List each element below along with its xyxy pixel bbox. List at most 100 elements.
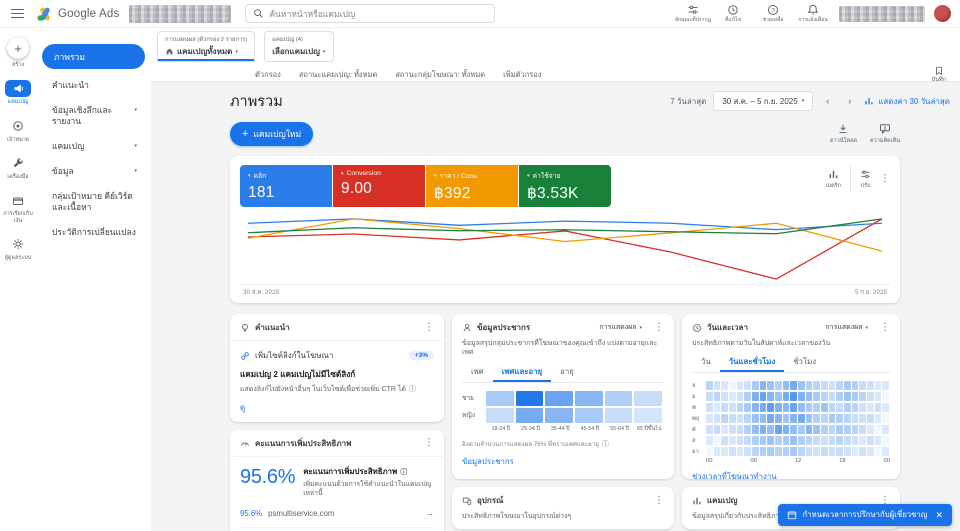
sidenav-item-insights-reports[interactable]: ข้อมูลเชิงลึกและรายงาน▾ [41, 98, 146, 134]
day-hour-heatmap-cell [752, 381, 759, 390]
account-id-redacted[interactable] [839, 6, 925, 22]
feedback-button[interactable]: ความคิดเห็น [870, 123, 900, 145]
page-title: ภาพรวม [230, 90, 283, 113]
more-options-icon[interactable]: ⋮ [424, 438, 434, 448]
download-button[interactable]: ดาวน์โหลด [830, 123, 857, 145]
day-hour-heatmap-cell [744, 392, 751, 401]
campaigns-icon [5, 80, 31, 97]
day-hour-heatmap-cell [859, 381, 866, 390]
day-hour-heatmap-cell [760, 436, 767, 445]
account-score-row[interactable]: 95.6% psmultiservice.com → [240, 508, 434, 518]
tab-day-hour[interactable]: วันและชั่วโมง [720, 353, 785, 372]
day-hour-heatmap-cell [844, 436, 851, 445]
trend-chart [240, 213, 890, 285]
campaign-picker[interactable]: แคมเปญ (4) เลือกแคมเปญ ▾ [264, 31, 334, 62]
person-icon [462, 323, 472, 333]
metric-chip-cost[interactable]: ▾ค่าใช้จ่าย ฿3.53K [519, 165, 611, 207]
appearance-button[interactable]: ลักษณะที่ปรากฏ [674, 4, 712, 23]
demographics-link[interactable]: ข้อมูลประชากร [462, 456, 664, 468]
rail-item-goals[interactable]: เป้าหมาย [5, 118, 31, 143]
expert-consultation-toast[interactable]: กำหนดเวลาการปรึกษากับผู้เชี่ยวชาญ ✕ [778, 504, 953, 526]
tab-age[interactable]: อายุ [551, 363, 583, 382]
day-hour-heatmap-cell [813, 392, 820, 401]
recommendation-item[interactable]: เพิ่มไซต์ลิงก์ในโฆษณา +3% [240, 349, 434, 362]
gear-icon [5, 236, 31, 253]
help-button[interactable]: ? ช่วยเหลือ [754, 4, 792, 23]
account-name-redacted[interactable] [129, 5, 231, 23]
info-icon[interactable]: ⓘ [400, 467, 407, 477]
demographics-metric-selector[interactable]: การแสดงผล ▾ [599, 322, 642, 333]
rail-item-billing[interactable]: การเรียกเก็บเงิน [1, 192, 35, 224]
date-prev-button[interactable]: ‹ [820, 92, 835, 110]
recommendation-view-link[interactable]: ดู [240, 401, 434, 414]
day-hour-heatmap-cell [760, 447, 767, 456]
save-button[interactable]: บันทึก [932, 66, 946, 84]
date-next-button[interactable]: › [842, 92, 857, 110]
new-campaign-button[interactable]: + แคมเปญใหม่ [230, 122, 313, 146]
more-options-icon[interactable]: ⋮ [654, 323, 664, 333]
close-icon[interactable]: ✕ [935, 510, 943, 521]
day-hour-heatmap-cell [867, 447, 874, 456]
day-hour-heatmap-cell [829, 447, 836, 456]
date-range-picker[interactable]: 30 ส.ค. – 5 ก.ย. 2025 ▾ [713, 91, 813, 111]
day-hour-heatmap-cell [714, 425, 721, 434]
more-options-icon[interactable]: ⋮ [880, 323, 890, 333]
day-hour-heatmap-cell [821, 425, 828, 434]
day-hour-heatmap-cell [729, 425, 736, 434]
menu-icon[interactable] [11, 9, 24, 18]
day-hour-heatmap-cell [737, 436, 744, 445]
metric-chip-cost-per-conv[interactable]: ▾ราคา / Conv. ฿392 [426, 165, 518, 207]
avatar[interactable] [934, 5, 951, 22]
day-hour-metric-selector[interactable]: การแสดงผล ▾ [825, 322, 868, 333]
day-hour-heatmap-cell [852, 403, 859, 412]
sidenav-item-change-history[interactable]: ประวัติการเปลี่ยนแปลง [41, 220, 146, 245]
sidenav-item-overview[interactable]: ภาพรวม [42, 44, 145, 69]
tab-hour[interactable]: ชั่วโมง [784, 353, 825, 372]
appearance-label: ลักษณะที่ปรากฏ [675, 17, 711, 23]
view-scope-selector[interactable]: การแสดงผล (ตัวกรอง 2 รายการ) แคมเปญทั้งห… [157, 31, 255, 62]
arrow-right-icon[interactable]: → [425, 508, 434, 518]
ad-schedule-link[interactable]: ช่วงเวลาที่โฆษณาทำงาน [692, 471, 890, 483]
metrics-button[interactable]: เมตริก [826, 169, 841, 190]
tab-day[interactable]: วัน [692, 353, 720, 372]
tab-gender-age[interactable]: เพศและอายุ [493, 363, 551, 382]
create-button[interactable]: + สร้าง [7, 37, 29, 68]
rail-item-admin[interactable]: ผู้ดูแลระบบ [5, 236, 32, 261]
adgroup-status-filter[interactable]: สถานะกลุ่มโฆษณา: ทั้งหมด [395, 69, 485, 81]
day-hour-heatmap-cell [867, 403, 874, 412]
search-box[interactable] [245, 4, 495, 23]
day-hour-heatmap-cell [783, 425, 790, 434]
history-button[interactable]: ที่แก้ไข [714, 4, 752, 23]
campaign-status-filter[interactable]: สถานะแคมเปญ: ทั้งหมด [299, 69, 378, 81]
filter-button[interactable]: ตัวกรอง [255, 69, 281, 81]
day-label: พฤ [692, 413, 706, 423]
day-hour-heatmap-cell [852, 381, 859, 390]
day-hour-heatmap-cell [798, 392, 805, 401]
more-options-icon[interactable]: ⋮ [654, 496, 664, 506]
search-input[interactable] [269, 9, 487, 19]
add-filter-button[interactable]: เพิ่มตัวกรอง [503, 69, 541, 81]
metric-chip-clicks[interactable]: ▾คลิก 181 [240, 165, 332, 207]
notifications-button[interactable]: การแจ้งเตือน [794, 4, 832, 23]
day-hour-heatmap-cell [721, 436, 728, 445]
more-options-icon[interactable]: ⋮ [424, 323, 434, 333]
calendar-icon [787, 510, 797, 520]
info-icon[interactable]: ⓘ [409, 385, 416, 394]
adjust-button[interactable]: ปรับ [860, 169, 871, 190]
create-label: สร้าง [12, 62, 24, 68]
sidenav-item-campaigns[interactable]: แคมเปญ▾ [41, 134, 146, 159]
day-hour-heatmap-cell [859, 447, 866, 456]
info-icon[interactable]: ⓘ [602, 439, 609, 449]
rail-item-tools[interactable]: เครื่องมือ [5, 155, 31, 180]
tab-gender[interactable]: เพศ [462, 363, 493, 382]
sidenav-item-assets[interactable]: ข้อมูล▾ [41, 159, 146, 184]
more-options-icon[interactable]: ⋮ [880, 174, 890, 184]
show-last-30-days-link[interactable]: แสดงค่า 30 วันล่าสุด [864, 95, 950, 108]
day-hour-heatmap-cell [714, 447, 721, 456]
day-hour-heatmap-cell [798, 436, 805, 445]
rail-item-campaigns[interactable]: แคมเปญ [5, 80, 31, 105]
metric-chip-conversions[interactable]: ▾Conversion 9.00 [333, 165, 425, 207]
sidenav-item-recommendations[interactable]: คำแนะนำ [41, 73, 146, 98]
sidenav-item-audiences-keywords[interactable]: กลุ่มเป้าหมาย คีย์เวิร์ด และเนื้อหา [41, 184, 146, 220]
day-hour-heatmap-cell [721, 381, 728, 390]
